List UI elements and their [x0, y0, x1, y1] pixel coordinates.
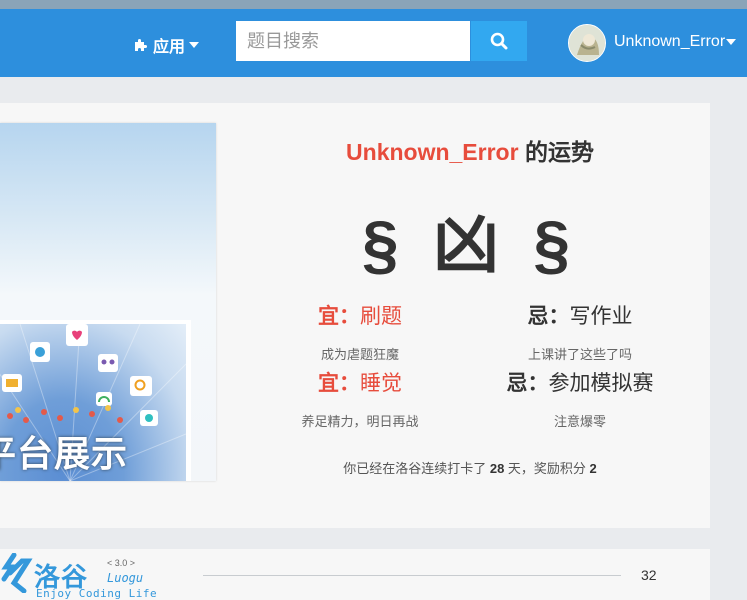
- fortune-item-label: 忌：: [527, 305, 570, 328]
- fortune-item-desc: 注意爆零: [553, 414, 606, 429]
- fortune-username: Unknown_Error: [346, 139, 519, 165]
- count-value: 32: [641, 567, 657, 583]
- logo-slogan: Enjoy Coding Life: [36, 587, 158, 600]
- avatar[interactable]: [568, 24, 606, 62]
- checkin-points: 2: [589, 461, 597, 476]
- top-strip: [0, 0, 747, 9]
- caret-down-icon: [726, 39, 737, 45]
- fortune-card: 平台展示 Unknown_Error 的运势 § 凶 § 宜：刷题 成为虐题狂魔…: [0, 103, 710, 528]
- fortune-panel: Unknown_Error 的运势 § 凶 § 宜：刷题 成为虐题狂魔 忌：写作…: [250, 103, 690, 528]
- luogu-logo[interactable]: 洛谷 < 3.0 > Luogu Enjoy Coding Life: [0, 551, 160, 600]
- fortune-item-activity: 写作业: [569, 305, 633, 328]
- fortune-item-label: 宜：: [318, 305, 360, 328]
- banner-text: 平台展示: [0, 433, 129, 474]
- navbar: 应用 Unknown_Error: [0, 9, 747, 77]
- fortune-item-desc: 养足精力，明日再战: [301, 414, 419, 429]
- search-icon: [490, 32, 508, 50]
- puzzle-icon: [135, 39, 147, 51]
- fortune-item-bad-1: 忌：写作业 上课讲了这些了吗: [470, 300, 690, 363]
- luogu-logo-mark: [1, 553, 33, 593]
- user-menu[interactable]: Unknown_Error: [614, 33, 737, 51]
- fortune-item-activity: 睡觉: [360, 372, 402, 395]
- fortune-item-label: 忌：: [506, 372, 549, 395]
- footer-card: 洛谷 < 3.0 > Luogu Enjoy Coding Life 32: [0, 549, 710, 600]
- fortune-item-good-2: 宜：睡觉 养足精力，明日再战: [250, 367, 470, 430]
- fortune-result: § 凶 §: [361, 207, 579, 281]
- banner-image: 平台展示: [0, 320, 191, 481]
- checkin-days: 28: [489, 461, 505, 476]
- fortune-item-desc: 成为虐题狂魔: [320, 347, 399, 362]
- caret-down-icon: [189, 42, 200, 48]
- fortune-item-label: 宜：: [318, 372, 360, 395]
- search-button[interactable]: [471, 21, 527, 61]
- checkin-summary: 你已经在洛谷连续打卡了 28 天，奖励积分 2: [250, 458, 690, 477]
- fortune-title: Unknown_Error 的运势: [250, 133, 690, 167]
- apps-label: 应用: [153, 39, 186, 56]
- apps-menu-button[interactable]: 应用: [133, 33, 200, 57]
- checkin-mid: 天，奖励积分: [504, 461, 590, 476]
- fortune-item-desc: 上课讲了这些了吗: [527, 347, 632, 362]
- fortune-item-activity: 参加模拟赛: [548, 372, 654, 395]
- divider: [203, 575, 621, 576]
- fortune-item-good-1: 宜：刷题 成为虐题狂魔: [250, 300, 470, 363]
- username-label: Unknown_Error: [614, 33, 726, 50]
- platform-banner[interactable]: 平台展示: [0, 123, 216, 481]
- logo-sub: Luogu: [107, 571, 144, 585]
- checkin-prefix: 你已经在洛谷连续打卡了: [343, 461, 490, 476]
- fortune-item-activity: 刷题: [360, 305, 402, 328]
- search-input[interactable]: [236, 21, 470, 61]
- fortune-title-suffix: 的运势: [518, 139, 594, 165]
- fortune-item-bad-2: 忌：参加模拟赛 注意爆零: [470, 367, 690, 430]
- avatar-image: [569, 25, 605, 61]
- logo-version: < 3.0 >: [107, 558, 136, 568]
